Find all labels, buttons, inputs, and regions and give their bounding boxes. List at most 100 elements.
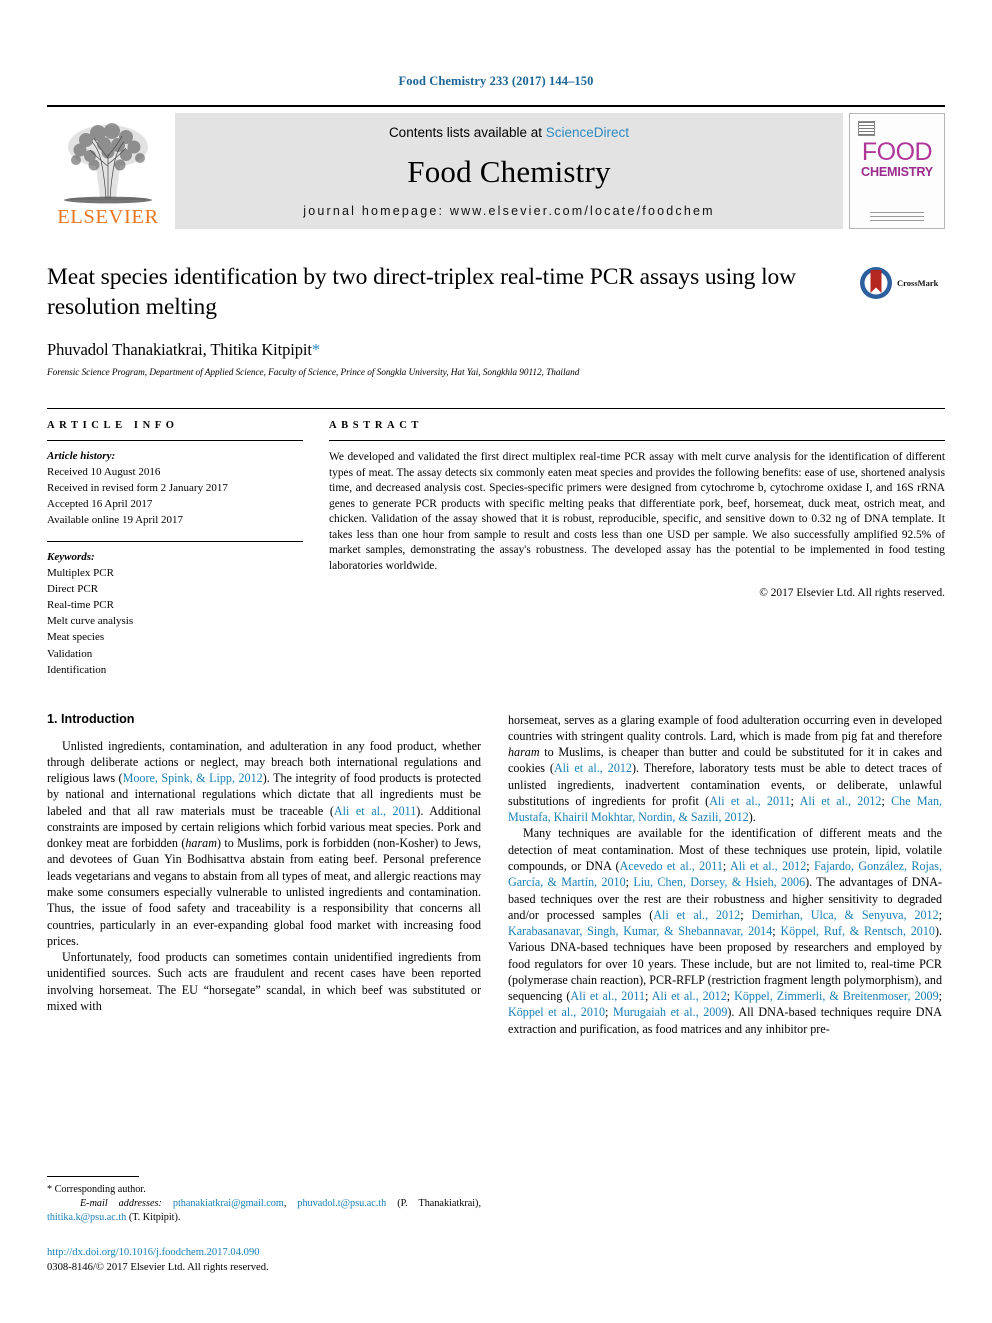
history-item: Accepted 16 April 2017	[47, 498, 153, 511]
crossmark-icon	[860, 267, 892, 299]
text-run: ;	[790, 793, 800, 808]
info-abstract-section: ARTICLE INFO Article history: Received 1…	[47, 408, 945, 678]
corresponding-author-note: * Corresponding author.	[47, 1183, 146, 1195]
body-columns: 1. Introduction Unlisted ingredients, co…	[47, 712, 945, 1182]
affiliation: Forensic Science Program, Department of …	[47, 368, 580, 379]
cover-footer-lines	[870, 212, 924, 221]
email-note: E-mail addresses: pthanakiatkrai@gmail.c…	[47, 1198, 481, 1224]
footnote-divider	[47, 1175, 139, 1177]
email-link-2[interactable]: phuvadol.t@psu.ac.th	[297, 1198, 386, 1209]
keywords-label: Keywords:	[47, 551, 95, 564]
abstract-column: ABSTRACT We developed and validated the …	[329, 420, 945, 678]
page-title: Meat species identification by two direc…	[47, 264, 797, 321]
citation-link[interactable]: Ali et al., 2011	[334, 804, 416, 818]
history-item: Received in revised form 2 January 2017	[47, 482, 228, 495]
elsevier-logo: ELSEVIER	[47, 113, 169, 229]
citation-link[interactable]: Ali et al., 2012	[554, 761, 632, 775]
citation-link[interactable]: Ali et al., 2012	[653, 908, 740, 922]
keyword-item: Validation	[47, 647, 93, 660]
cover-stamp-icon	[858, 121, 875, 136]
journal-masthead: ELSEVIER Contents lists available at Sci…	[47, 105, 945, 229]
citation-link[interactable]: Ali et al., 2011	[570, 989, 645, 1003]
history-item: Available online 19 April 2017	[47, 514, 184, 527]
email-link-3[interactable]: thitika.k@psu.ac.th	[47, 1212, 126, 1223]
abstract-heading: ABSTRACT	[329, 420, 423, 431]
elsevier-wordmark: ELSEVIER	[57, 205, 159, 228]
article-history-label: Article history:	[47, 450, 116, 462]
masthead-center-panel: Contents lists available at ScienceDirec…	[175, 113, 843, 229]
text-run: ).	[748, 810, 756, 825]
author-names: Phuvadol Thanakiatkrai, Thitika Kitpipit	[47, 340, 312, 360]
keyword-item: Multiplex PCR	[47, 567, 114, 580]
text-run: horsemeat, serves as a glaring example o…	[508, 712, 942, 743]
journal-title: Food Chemistry	[407, 154, 611, 189]
keyword-item: Melt curve analysis	[47, 615, 134, 628]
doi-link[interactable]: http://dx.doi.org/10.1016/j.foodchem.201…	[47, 1246, 481, 1260]
text-run: ;	[938, 989, 943, 1004]
keywords-group: Keywords: Multiplex PCR Direct PCR Real-…	[47, 541, 303, 677]
crossmark-badge[interactable]: CrossMark	[859, 264, 945, 302]
citation-link[interactable]: Ali et al., 2012	[800, 794, 882, 808]
citation-link[interactable]: Liu, Chen, Dorsey, & Hsieh, 2006	[633, 875, 805, 889]
text-run: ) to Muslims, pork is forbidden (non-Kos…	[47, 836, 481, 948]
intro-paragraph-3: horsemeat, serves as a glaring example o…	[508, 712, 942, 826]
corresponding-author-marker: *	[311, 340, 321, 360]
article-info-heading: ARTICLE INFO	[47, 420, 179, 431]
contents-available-line: Contents lists available at ScienceDirec…	[389, 125, 629, 140]
citation-link[interactable]: Karabasanavar, Singh, Kumar, & Shebannav…	[508, 924, 772, 938]
citation-link[interactable]: Murugaiah et al., 2009	[613, 1005, 727, 1019]
citation-link[interactable]: Köppel, Ruf, & Rentsch, 2010	[780, 924, 935, 938]
intro-paragraph-4: Many techniques are available for the id…	[508, 825, 942, 1036]
citation-link[interactable]: Demirhan, Ulca, & Senyuva, 2012	[751, 908, 938, 922]
contents-prefix: Contents lists available at	[388, 125, 546, 140]
intro-paragraph-1: Unlisted ingredients, contamination, and…	[47, 738, 481, 949]
keyword-item: Meat species	[47, 631, 105, 644]
foreign-term: haram	[185, 836, 217, 851]
article-history-group: Article history: Received 10 August 2016…	[47, 441, 303, 528]
email-owner-2: (T. Kitpipit).	[126, 1212, 181, 1224]
text-run: ;	[722, 859, 730, 873]
keyword-item: Real-time PCR	[47, 599, 114, 612]
sciencedirect-link[interactable]: ScienceDirect	[546, 125, 629, 140]
email-owner-1: (P. Thanakiatkrai),	[386, 1198, 481, 1210]
text-run: ;	[645, 989, 652, 1004]
citation-link[interactable]: Köppel et al., 2010	[508, 1005, 605, 1019]
email-link-1[interactable]: pthanakiatkrai@gmail.com	[173, 1198, 284, 1209]
abstract-text: We developed and validated the first dir…	[329, 451, 945, 572]
foreign-term: haram	[508, 745, 540, 760]
running-head: Food Chemistry 233 (2017) 144–150	[398, 74, 594, 88]
text-run: ;	[806, 859, 815, 873]
text-run: ;	[938, 907, 943, 922]
journal-cover-thumbnail: FOOD CHEMISTRY	[849, 113, 945, 229]
elsevier-tree-icon	[64, 122, 152, 203]
article-info-column: ARTICLE INFO Article history: Received 1…	[47, 420, 303, 678]
intro-paragraph-2: Unfortunately, food products can sometim…	[47, 950, 481, 1013]
text-run: ;	[881, 793, 892, 808]
body-column-right: horsemeat, serves as a glaring example o…	[508, 712, 942, 1182]
issn-copyright-line: 0308-8146/© 2017 Elsevier Ltd. All right…	[47, 1261, 269, 1273]
title-block: Meat species identification by two direc…	[47, 262, 945, 382]
crossmark-label: CrossMark	[897, 278, 939, 288]
email-label: E-mail addresses:	[79, 1198, 162, 1210]
author-list: Phuvadol Thanakiatkrai, Thitika Kitpipit…	[47, 340, 945, 360]
keyword-item: Identification	[47, 663, 107, 676]
citation-link[interactable]: Acevedo et al., 2011	[620, 859, 723, 873]
paper-page: Food Chemistry 233 (2017) 144–150 ELSEVI…	[0, 0, 992, 1323]
body-column-left: 1. Introduction Unlisted ingredients, co…	[47, 712, 481, 1182]
section-title-introduction: 1. Introduction	[47, 711, 135, 726]
history-item: Received 10 August 2016	[47, 466, 161, 479]
cover-title-bottom: CHEMISTRY	[861, 164, 933, 179]
citation-link[interactable]: Ali et al., 2012	[652, 989, 727, 1003]
citation-link[interactable]: Ali et al., 2012	[730, 859, 806, 873]
journal-homepage-link[interactable]: journal homepage: www.elsevier.com/locat…	[303, 204, 715, 218]
text-run: ;	[605, 1005, 613, 1020]
cover-title-top: FOOD	[861, 138, 933, 166]
text-run: ;	[740, 907, 752, 922]
footnote-area: * Corresponding author. E-mail addresses…	[47, 1175, 481, 1275]
citation-link[interactable]: Ali et al., 2011	[709, 794, 790, 808]
citation-link[interactable]: Köppel, Zimmerli, & Breitenmoser, 2009	[734, 989, 939, 1003]
copyright-line: © 2017 Elsevier Ltd. All rights reserved…	[759, 586, 945, 599]
citation-link[interactable]: Moore, Spink, & Lipp, 2012	[123, 771, 263, 785]
doi-block: http://dx.doi.org/10.1016/j.foodchem.201…	[47, 1246, 481, 1275]
keyword-item: Direct PCR	[47, 583, 99, 596]
